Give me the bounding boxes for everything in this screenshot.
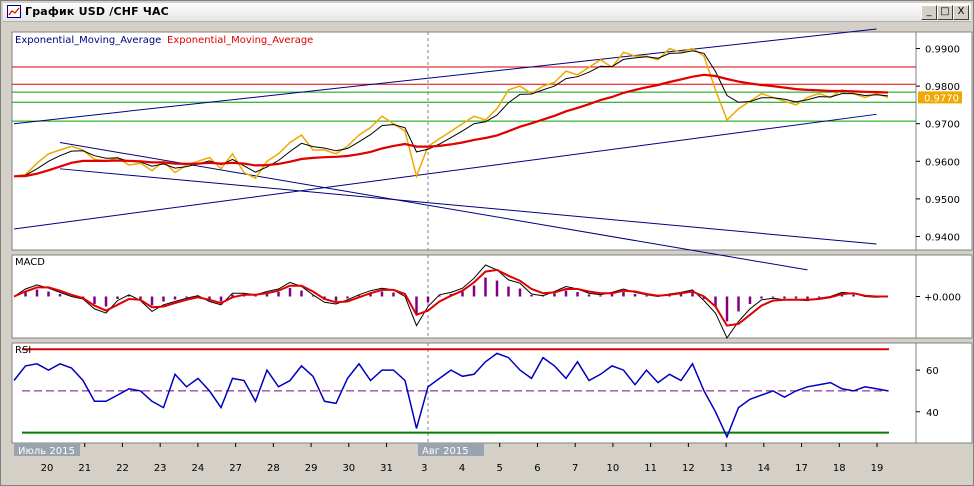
- x-day-label: 20: [41, 463, 54, 474]
- macd-tick-label: +0.000: [924, 293, 961, 304]
- x-day-label: 31: [380, 463, 393, 474]
- rsi-title: RSI: [15, 345, 31, 356]
- x-day-label: 14: [757, 463, 770, 474]
- x-day-label: 21: [78, 463, 91, 474]
- price-tick-label: 0.9600: [925, 157, 960, 168]
- legend-ema-slow: Exponential_Moving_Average: [167, 35, 313, 46]
- x-day-label: 12: [682, 463, 695, 474]
- legend-ema-fast: Exponential_Moving_Average: [15, 35, 161, 46]
- panel-0-frame: [11, 31, 917, 251]
- x-month-label: Июль 2015: [18, 446, 75, 457]
- chart-canvas[interactable]: 0.99000.98000.97000.96000.95000.94000.97…: [0, 0, 974, 486]
- x-day-label: 30: [342, 463, 355, 474]
- price-tick-label: 0.9400: [925, 232, 960, 243]
- x-day-label: 7: [572, 463, 578, 474]
- macd-title: MACD: [15, 257, 45, 268]
- x-day-label: 22: [116, 463, 129, 474]
- x-day-label: 17: [795, 463, 808, 474]
- rsi-tick-label: 40: [926, 408, 939, 419]
- x-day-label: 28: [267, 463, 280, 474]
- x-day-label: 3: [421, 463, 427, 474]
- x-day-label: 10: [607, 463, 620, 474]
- price-tick-label: 0.9700: [925, 120, 960, 131]
- x-day-label: 13: [720, 463, 733, 474]
- x-day-label: 5: [497, 463, 503, 474]
- panel-2-scale: [915, 342, 973, 444]
- panel-1-frame: [11, 254, 917, 339]
- current-price-label: 0.9770: [924, 93, 959, 104]
- panel-0-scale: [915, 31, 973, 251]
- panel-2-frame: [11, 342, 917, 444]
- price-tick-label: 0.9900: [925, 45, 960, 56]
- rsi-tick-label: 60: [926, 366, 939, 377]
- x-day-label: 11: [644, 463, 657, 474]
- x-day-label: 23: [154, 463, 167, 474]
- x-day-label: 27: [229, 463, 242, 474]
- x-day-label: 6: [534, 463, 540, 474]
- x-day-label: 19: [871, 463, 884, 474]
- price-tick-label: 0.9500: [925, 195, 960, 206]
- x-month-label: Авг 2015: [422, 446, 469, 457]
- x-day-label: 4: [459, 463, 465, 474]
- x-day-label: 29: [305, 463, 318, 474]
- x-day-label: 24: [192, 463, 205, 474]
- x-day-label: 18: [833, 463, 846, 474]
